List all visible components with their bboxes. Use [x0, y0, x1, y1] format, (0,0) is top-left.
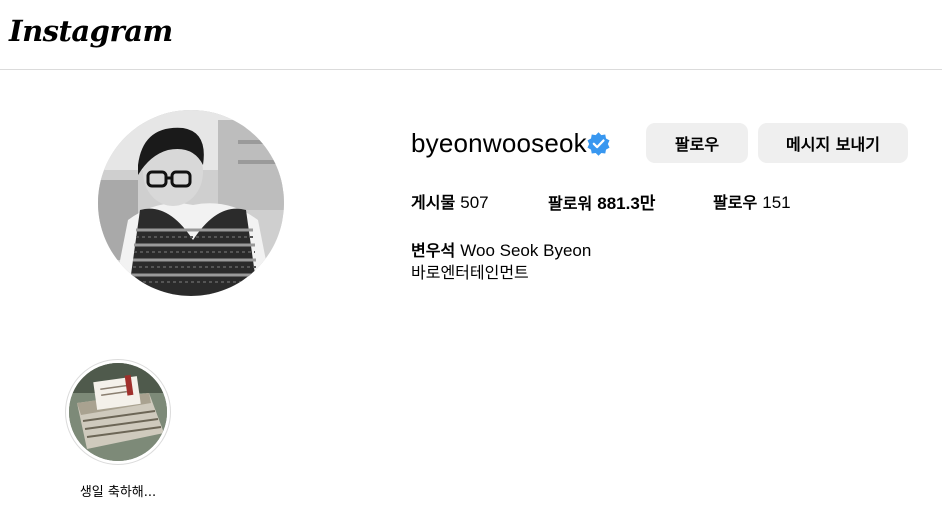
stat-posts-label: 게시물: [411, 193, 456, 212]
stat-following-count: 151: [762, 193, 791, 212]
stat-posts: 게시물 507: [411, 189, 489, 213]
send-message-button[interactable]: 메시지 보내기: [758, 123, 908, 163]
stat-posts-count: 507: [460, 193, 489, 212]
profile-username: byeonwooseok: [411, 128, 587, 158]
stat-followers-count: 881.3만: [597, 194, 656, 213]
highlight-cover-image: [69, 363, 167, 461]
profile-avatar[interactable]: [98, 110, 284, 296]
highlight-label: 생일 축하해...: [79, 485, 157, 500]
story-highlight[interactable]: [65, 359, 171, 465]
verified-badge-icon: [587, 132, 610, 156]
stat-followers[interactable]: 팔로워 881.3만: [548, 189, 655, 214]
top-bar: Instagram: [0, 0, 942, 70]
avatar-photo: [98, 110, 284, 296]
follow-button[interactable]: 팔로우: [646, 123, 748, 163]
bio-full-name: 변우석 Woo Seok Byeon: [411, 237, 591, 261]
stat-followers-label: 팔로워: [548, 194, 593, 213]
bio-name-korean: 변우석: [411, 241, 456, 260]
stat-following-label: 팔로우: [713, 193, 758, 212]
stat-following[interactable]: 팔로우 151: [713, 189, 791, 213]
bio-name-english: Woo Seok Byeon: [460, 241, 592, 260]
instagram-logo[interactable]: Instagram: [9, 14, 173, 48]
bio-agency: 바로엔터테인먼트: [411, 263, 529, 282]
